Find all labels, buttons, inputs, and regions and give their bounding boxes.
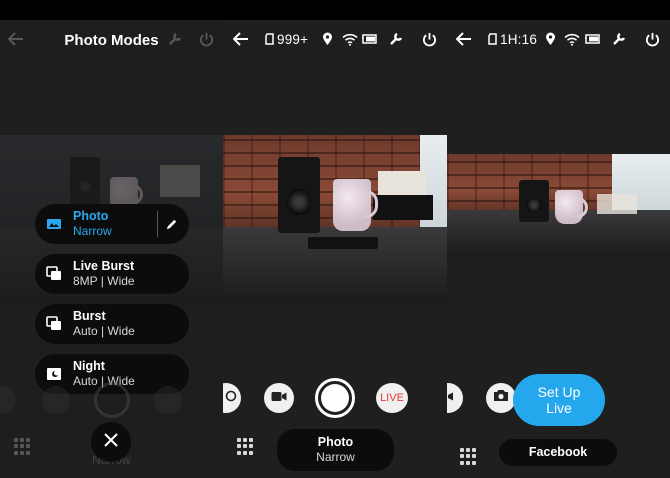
photo-icon bbox=[45, 215, 63, 233]
sd-card-icon bbox=[265, 33, 275, 45]
status-bar: 999+ bbox=[223, 28, 447, 50]
photo-capture-panel: 999+ LIVE Photo Narrow bbox=[223, 20, 447, 478]
mode-settings: Narrow bbox=[73, 224, 112, 238]
battery-icon bbox=[585, 33, 600, 45]
video-camera-icon bbox=[448, 389, 458, 407]
wifi-icon bbox=[342, 33, 358, 46]
destination-pill[interactable]: Facebook bbox=[499, 439, 617, 466]
mode-name: Burst bbox=[73, 309, 106, 323]
timelapse-mode-button[interactable] bbox=[223, 383, 241, 413]
power-icon[interactable] bbox=[422, 32, 437, 47]
mode-settings: Narrow bbox=[316, 450, 355, 464]
shutter-button[interactable] bbox=[315, 378, 355, 418]
live-setup-panel: 1H:16 Set Up Live Facebook bbox=[447, 20, 670, 478]
edit-pencil-icon[interactable] bbox=[157, 211, 185, 237]
mode-settings: Auto | Wide bbox=[73, 324, 135, 338]
mode-item-burst[interactable]: Burst Auto | Wide bbox=[35, 304, 189, 344]
setup-line-2: Live bbox=[546, 400, 572, 416]
camera-preview bbox=[447, 154, 670, 255]
page-title: Photo Modes bbox=[64, 32, 159, 49]
mode-name: Live Burst bbox=[73, 259, 135, 273]
close-icon bbox=[104, 432, 118, 452]
mode-settings: 8MP | Wide bbox=[73, 274, 135, 288]
shutter-dot bbox=[321, 384, 349, 412]
mode-list: Photo Narrow Live Burst 8MP | Wide Burst bbox=[35, 204, 189, 404]
photo-modes-panel: Photo Modes Photo Narrow Live Burst 8MP … bbox=[0, 20, 223, 478]
battery-icon bbox=[362, 33, 377, 45]
sd-card-icon bbox=[488, 33, 498, 45]
camera-icon bbox=[493, 389, 509, 407]
location-icon bbox=[545, 32, 556, 46]
faded-shutter bbox=[94, 382, 130, 418]
photo-mode-button[interactable] bbox=[486, 383, 516, 413]
wrench-icon[interactable] bbox=[389, 32, 403, 46]
faded-control bbox=[154, 386, 182, 414]
set-up-live-button[interactable]: Set Up Live bbox=[513, 374, 605, 426]
status-bar: 1H:16 bbox=[447, 28, 670, 50]
setup-line-1: Set Up bbox=[537, 384, 581, 400]
timelapse-icon bbox=[225, 389, 237, 407]
wifi-icon bbox=[564, 33, 580, 46]
burst-icon bbox=[45, 315, 63, 333]
faded-control bbox=[42, 386, 70, 414]
grid-icon[interactable] bbox=[460, 448, 477, 465]
power-icon[interactable] bbox=[645, 32, 660, 47]
video-mode-button[interactable] bbox=[264, 383, 294, 413]
top-black-strip bbox=[0, 0, 670, 20]
live-mode-button[interactable]: LIVE bbox=[376, 383, 408, 413]
live-burst-icon bbox=[45, 265, 63, 283]
mode-name: Night bbox=[73, 359, 105, 373]
photos-remaining: 999+ bbox=[277, 31, 309, 47]
faded-control bbox=[0, 386, 16, 414]
recording-time-remaining: 1H:16 bbox=[500, 31, 538, 47]
mode-item-live-burst[interactable]: Live Burst 8MP | Wide bbox=[35, 254, 189, 294]
mode-name: Photo bbox=[73, 209, 109, 223]
back-arrow-icon[interactable] bbox=[456, 32, 472, 46]
camera-preview bbox=[223, 135, 447, 303]
wrench-icon[interactable] bbox=[612, 32, 626, 46]
video-camera-icon bbox=[271, 389, 287, 407]
location-icon bbox=[322, 32, 333, 46]
grid-icon bbox=[14, 438, 31, 455]
close-button[interactable] bbox=[91, 422, 131, 462]
back-arrow-icon[interactable] bbox=[233, 32, 249, 46]
grid-icon[interactable] bbox=[237, 438, 254, 455]
mode-selector-pill[interactable]: Photo Narrow bbox=[277, 429, 394, 471]
mode-item-photo[interactable]: Photo Narrow bbox=[35, 204, 189, 244]
mode-name: Photo bbox=[317, 435, 354, 449]
video-mode-button[interactable] bbox=[447, 383, 463, 413]
night-icon bbox=[45, 365, 63, 383]
